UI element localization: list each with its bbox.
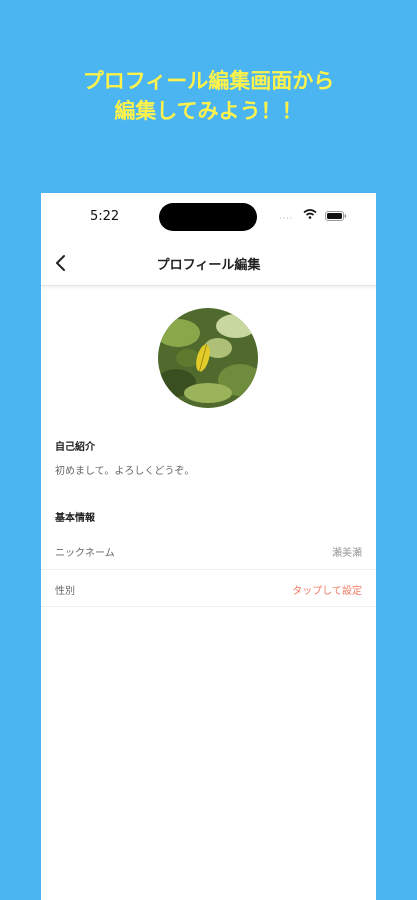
gender-row[interactable]: 性別 タップして設定 [41, 570, 376, 606]
nickname-value: 瀬美瀬 [332, 548, 362, 559]
avatar-photo [158, 308, 258, 408]
wifi-icon [303, 209, 317, 219]
basic-info-heading: 基本情報 [55, 513, 95, 524]
promo-line-2: 編集してみよう！！ [114, 99, 303, 123]
gender-label: 性別 [55, 586, 75, 597]
nickname-label: ニックネーム [55, 548, 115, 559]
promo-line-1: プロフィール編集画面から [82, 69, 335, 93]
avatar[interactable] [158, 308, 258, 408]
status-time: 5:22 [90, 209, 120, 224]
bio-heading: 自己紹介 [55, 442, 95, 453]
dynamic-island [159, 203, 257, 231]
nickname-row[interactable]: ニックネーム 瀬美瀬 [41, 532, 376, 568]
battery-icon [325, 211, 347, 221]
phone-screen: 5:22 ···· プロフィール編集 自己紹介 初めまして。よろしくどうぞ。 基… [41, 193, 376, 900]
signal-icon: ···· [279, 214, 294, 223]
row-divider [41, 606, 376, 607]
promo-headline: プロフィール編集画面から 編集してみよう！！ [0, 66, 417, 126]
gender-value[interactable]: タップして設定 [292, 582, 362, 597]
status-bar: 5:22 ···· [41, 193, 376, 237]
navigation-bar: プロフィール編集 [41, 241, 376, 286]
bio-text[interactable]: 初めまして。よろしくどうぞ。 [55, 462, 194, 477]
page-title: プロフィール編集 [156, 258, 261, 273]
